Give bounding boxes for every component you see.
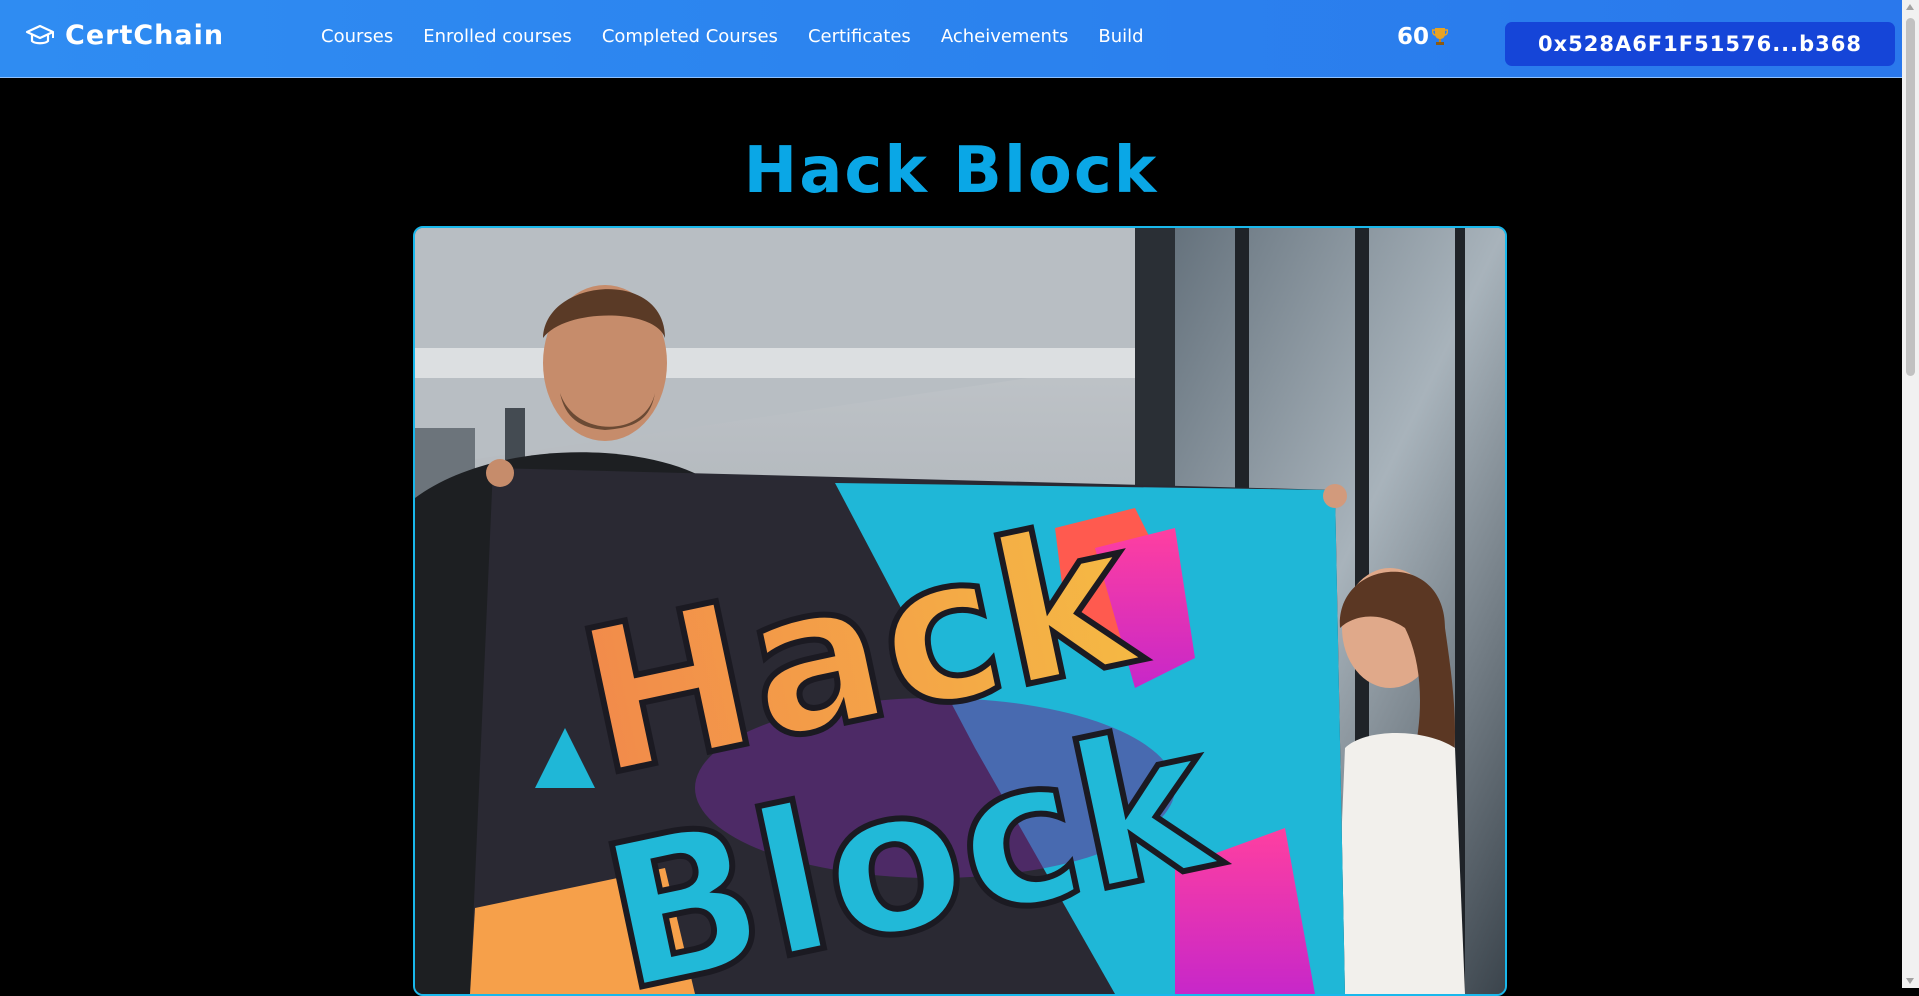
hackathon-photo: Hack Block (415, 228, 1505, 994)
page-title: Hack Block (743, 134, 1159, 208)
trophy-icon (1432, 28, 1449, 45)
nav-build[interactable]: Build (1098, 26, 1143, 47)
top-navbar: CertChain Courses Enrolled courses Compl… (0, 0, 1902, 78)
brand-name: CertChain (65, 20, 225, 51)
scroll-down-arrow-icon[interactable] (1906, 978, 1914, 984)
hero-image: Hack Block (413, 226, 1507, 996)
graduation-cap-icon (25, 24, 55, 44)
main-nav: Courses Enrolled courses Completed Cours… (321, 26, 1174, 47)
scroll-up-arrow-icon[interactable] (1906, 4, 1914, 10)
scrollbar-thumb[interactable] (1906, 18, 1915, 376)
nav-enrolled-courses[interactable]: Enrolled courses (423, 26, 572, 47)
points-counter: 60 (1397, 24, 1449, 50)
points-value: 60 (1397, 24, 1430, 50)
nav-completed-courses[interactable]: Completed Courses (602, 26, 778, 47)
wallet-address-button[interactable]: 0x528A6F1F51576...b368 (1505, 22, 1895, 66)
vertical-scrollbar[interactable] (1902, 0, 1919, 988)
nav-achievements[interactable]: Acheivements (941, 26, 1069, 47)
nav-courses[interactable]: Courses (321, 26, 393, 47)
brand-logo[interactable]: CertChain (25, 20, 224, 51)
nav-certificates[interactable]: Certificates (808, 26, 911, 47)
